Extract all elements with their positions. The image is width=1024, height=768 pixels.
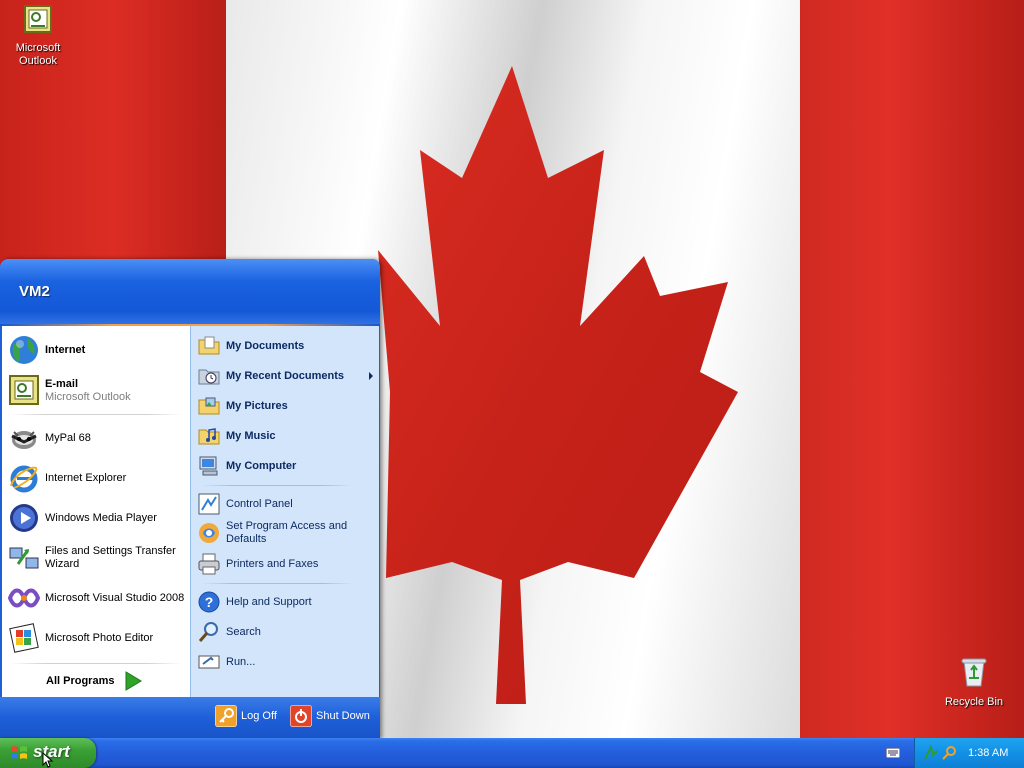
clock[interactable]: 1:38 AM (968, 747, 1008, 759)
shut-down-button[interactable]: Shut Down (290, 705, 370, 727)
log-off-label: Log Off (241, 710, 277, 722)
menu-item-label: Files and Settings Transfer Wizard (45, 545, 176, 570)
all-programs-button[interactable]: All Programs (46, 671, 143, 691)
separator (201, 583, 353, 584)
maple-leaf-icon (378, 66, 738, 704)
taskbar: start 1:38 AM (0, 738, 1024, 768)
start-menu-footer: Log Off Shut Down (0, 697, 380, 739)
photo-editor-icon (9, 623, 39, 653)
all-programs-label: All Programs (46, 675, 115, 687)
control-panel-icon (198, 493, 220, 515)
menu-item-label: My Pictures (226, 399, 288, 412)
windows-logo-icon (11, 746, 27, 759)
separator (10, 663, 182, 664)
menu-item-label: Run... (226, 655, 256, 668)
help-icon: ? (198, 591, 220, 613)
desktop-icon-recycle-bin[interactable]: Recycle Bin (936, 656, 1012, 709)
menu-item-label: Microsoft Visual Studio 2008 (45, 591, 185, 604)
desktop-icon-outlook[interactable]: Microsoft Outlook (0, 4, 76, 68)
search-icon[interactable] (941, 745, 957, 761)
menu-item-sublabel: Microsoft Outlook (45, 390, 131, 403)
chevron-right-icon (369, 372, 373, 380)
menu-item-label: Printers and Faxes (226, 557, 319, 570)
media-player-icon (10, 504, 38, 532)
outlook-icon (9, 375, 39, 405)
separator (10, 414, 182, 415)
menu-item-my-documents[interactable]: My Documents (197, 334, 304, 358)
menu-item-label: Control Panel (226, 497, 293, 510)
shut-down-label: Shut Down (316, 710, 370, 722)
menu-item-transfer-wizard[interactable]: Files and Settings Transfer Wizard (8, 542, 190, 574)
log-off-button[interactable]: Log Off (215, 705, 277, 727)
start-menu-right-pane: My Documents My Recent Documents My Pict… (190, 326, 379, 697)
menu-item-printers-faxes[interactable]: Printers and Faxes (197, 552, 318, 576)
network-icon[interactable] (923, 745, 939, 761)
globe-icon (10, 336, 38, 364)
menu-item-label: MyPal 68 (45, 431, 91, 444)
transfer-wizard-icon (9, 547, 39, 569)
menu-item-label: Set Program Access and Defaults (226, 520, 348, 545)
start-menu-left-pane: Internet E-mail Microsoft Outlook MyPal … (2, 326, 190, 697)
recycle-bin-icon (961, 658, 987, 687)
menu-item-mypal[interactable]: MyPal 68 (8, 422, 91, 454)
program-defaults-icon (199, 523, 219, 543)
menu-item-search[interactable]: Search (197, 620, 261, 644)
menu-item-internet-explorer[interactable]: Internet Explorer (8, 462, 126, 494)
menu-item-photo-editor[interactable]: Microsoft Photo Editor (8, 622, 153, 654)
menu-item-label: My Computer (226, 459, 297, 472)
menu-item-email[interactable]: E-mail Microsoft Outlook (8, 374, 131, 406)
menu-item-program-defaults[interactable]: Set Program Access and Defaults (197, 520, 357, 546)
printer-icon (198, 553, 220, 575)
svg-text:?: ? (205, 594, 214, 610)
desktop-icon-label: Recycle Bin (944, 696, 1004, 708)
menu-item-label: Internet (45, 343, 86, 356)
menu-item-my-pictures[interactable]: My Pictures (197, 394, 288, 418)
mouse-cursor-icon (42, 752, 54, 768)
menu-item-media-player[interactable]: Windows Media Player (8, 502, 157, 534)
user-name: VM2 (19, 283, 50, 300)
menu-item-control-panel[interactable]: Control Panel (197, 492, 293, 516)
key-icon (215, 705, 237, 727)
system-tray: 1:38 AM (914, 738, 1024, 768)
ie-icon (10, 465, 38, 493)
desktop-icon-label: Microsoft Outlook (15, 42, 61, 67)
search-icon (198, 622, 218, 642)
menu-item-my-music[interactable]: My Music (197, 424, 276, 448)
menu-item-label: My Recent Documents (226, 369, 344, 382)
menu-item-label: Windows Media Player (45, 511, 157, 524)
arrow-right-icon (125, 671, 143, 691)
menu-item-label: Help and Support (226, 595, 312, 608)
menu-item-label: My Documents (226, 339, 305, 352)
menu-item-my-computer[interactable]: My Computer (197, 454, 296, 478)
visual-studio-icon (8, 588, 40, 608)
run-icon (198, 655, 220, 669)
menu-item-label: Internet Explorer (45, 471, 127, 484)
folder-music-icon (198, 428, 220, 445)
menu-item-help-support[interactable]: ? Help and Support (197, 590, 312, 614)
menu-item-label: Microsoft Photo Editor (45, 631, 154, 644)
folder-pictures-icon (198, 397, 220, 415)
menu-item-label: My Music (226, 429, 276, 442)
menu-item-run[interactable]: Run... (197, 650, 255, 674)
recent-documents-icon (198, 369, 220, 385)
flag-red-band-right (800, 0, 1024, 738)
menu-item-internet[interactable]: Internet (8, 334, 85, 366)
menu-item-label: Search (226, 625, 261, 638)
computer-icon (199, 456, 218, 476)
menu-item-label: E-mail (45, 377, 79, 390)
folder-documents-icon (198, 336, 220, 355)
start-menu: VM2 Internet E-mail Microsoft Outlook My… (0, 259, 380, 739)
mypal-icon (11, 431, 37, 449)
menu-item-my-recent-documents[interactable]: My Recent Documents (197, 364, 375, 388)
power-icon (290, 705, 312, 727)
outlook-icon (24, 5, 52, 33)
start-menu-header: VM2 (0, 259, 380, 324)
menu-item-visual-studio[interactable]: Microsoft Visual Studio 2008 (8, 582, 184, 614)
keyboard-icon[interactable] (886, 748, 900, 758)
separator (201, 485, 353, 486)
